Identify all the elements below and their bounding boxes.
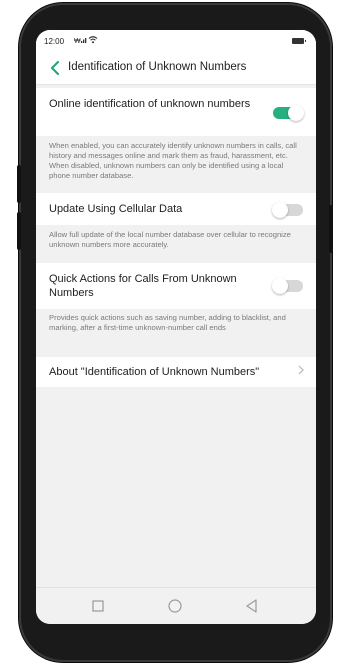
setting-label: Online identification of unknown numbers [49, 98, 251, 110]
stage: 12:00 ₩ Identification of Unknown Number… [0, 0, 353, 667]
nav-bar [36, 587, 316, 624]
square-icon[interactable] [90, 598, 106, 614]
status-time: 12:00 [44, 37, 65, 46]
status-bar: 12:00 ₩ [36, 30, 316, 52]
circle-icon[interactable] [167, 598, 183, 614]
battery-icon [292, 38, 306, 44]
setting-description: Allow full update of the local number da… [49, 230, 291, 249]
volume-up-button [17, 165, 21, 203]
volume-down-button [17, 212, 21, 250]
svg-text:₩: ₩ [74, 38, 81, 45]
toggle-cellular-data[interactable] [272, 202, 303, 218]
screen: 12:00 ₩ Identification of Unknown Number… [36, 30, 316, 624]
setting-row-online-identification[interactable]: Online identification of unknown numbers [36, 88, 316, 136]
toggle-quick-actions[interactable] [272, 278, 303, 294]
toggle-knob [272, 278, 288, 294]
about-row[interactable]: About "Identification of Unknown Numbers… [36, 357, 316, 387]
setting-row-quick-actions[interactable]: Quick Actions for Calls From Unknown Num… [36, 263, 316, 309]
back-arrow-icon[interactable] [46, 58, 64, 78]
title-bar: Identification of Unknown Numbers [36, 52, 316, 85]
about-label: About "Identification of Unknown Numbers… [49, 366, 260, 378]
power-button [329, 205, 333, 253]
toggle-knob [288, 105, 304, 121]
page-title: Identification of Unknown Numbers [68, 61, 247, 73]
wifi-icon [88, 35, 98, 46]
setting-label: Update Using Cellular Data [49, 203, 183, 215]
triangle-back-icon[interactable] [244, 598, 260, 614]
setting-description: When enabled, you can accurately identif… [49, 141, 297, 180]
toggle-online-identification[interactable] [273, 105, 304, 121]
setting-description: Provides quick actions such as saving nu… [49, 313, 286, 332]
setting-label: Quick Actions for Calls From Unknown Num… [49, 273, 237, 299]
toggle-knob [272, 202, 288, 218]
setting-row-cellular-data[interactable]: Update Using Cellular Data [36, 193, 316, 225]
chevron-right-icon [298, 364, 304, 378]
